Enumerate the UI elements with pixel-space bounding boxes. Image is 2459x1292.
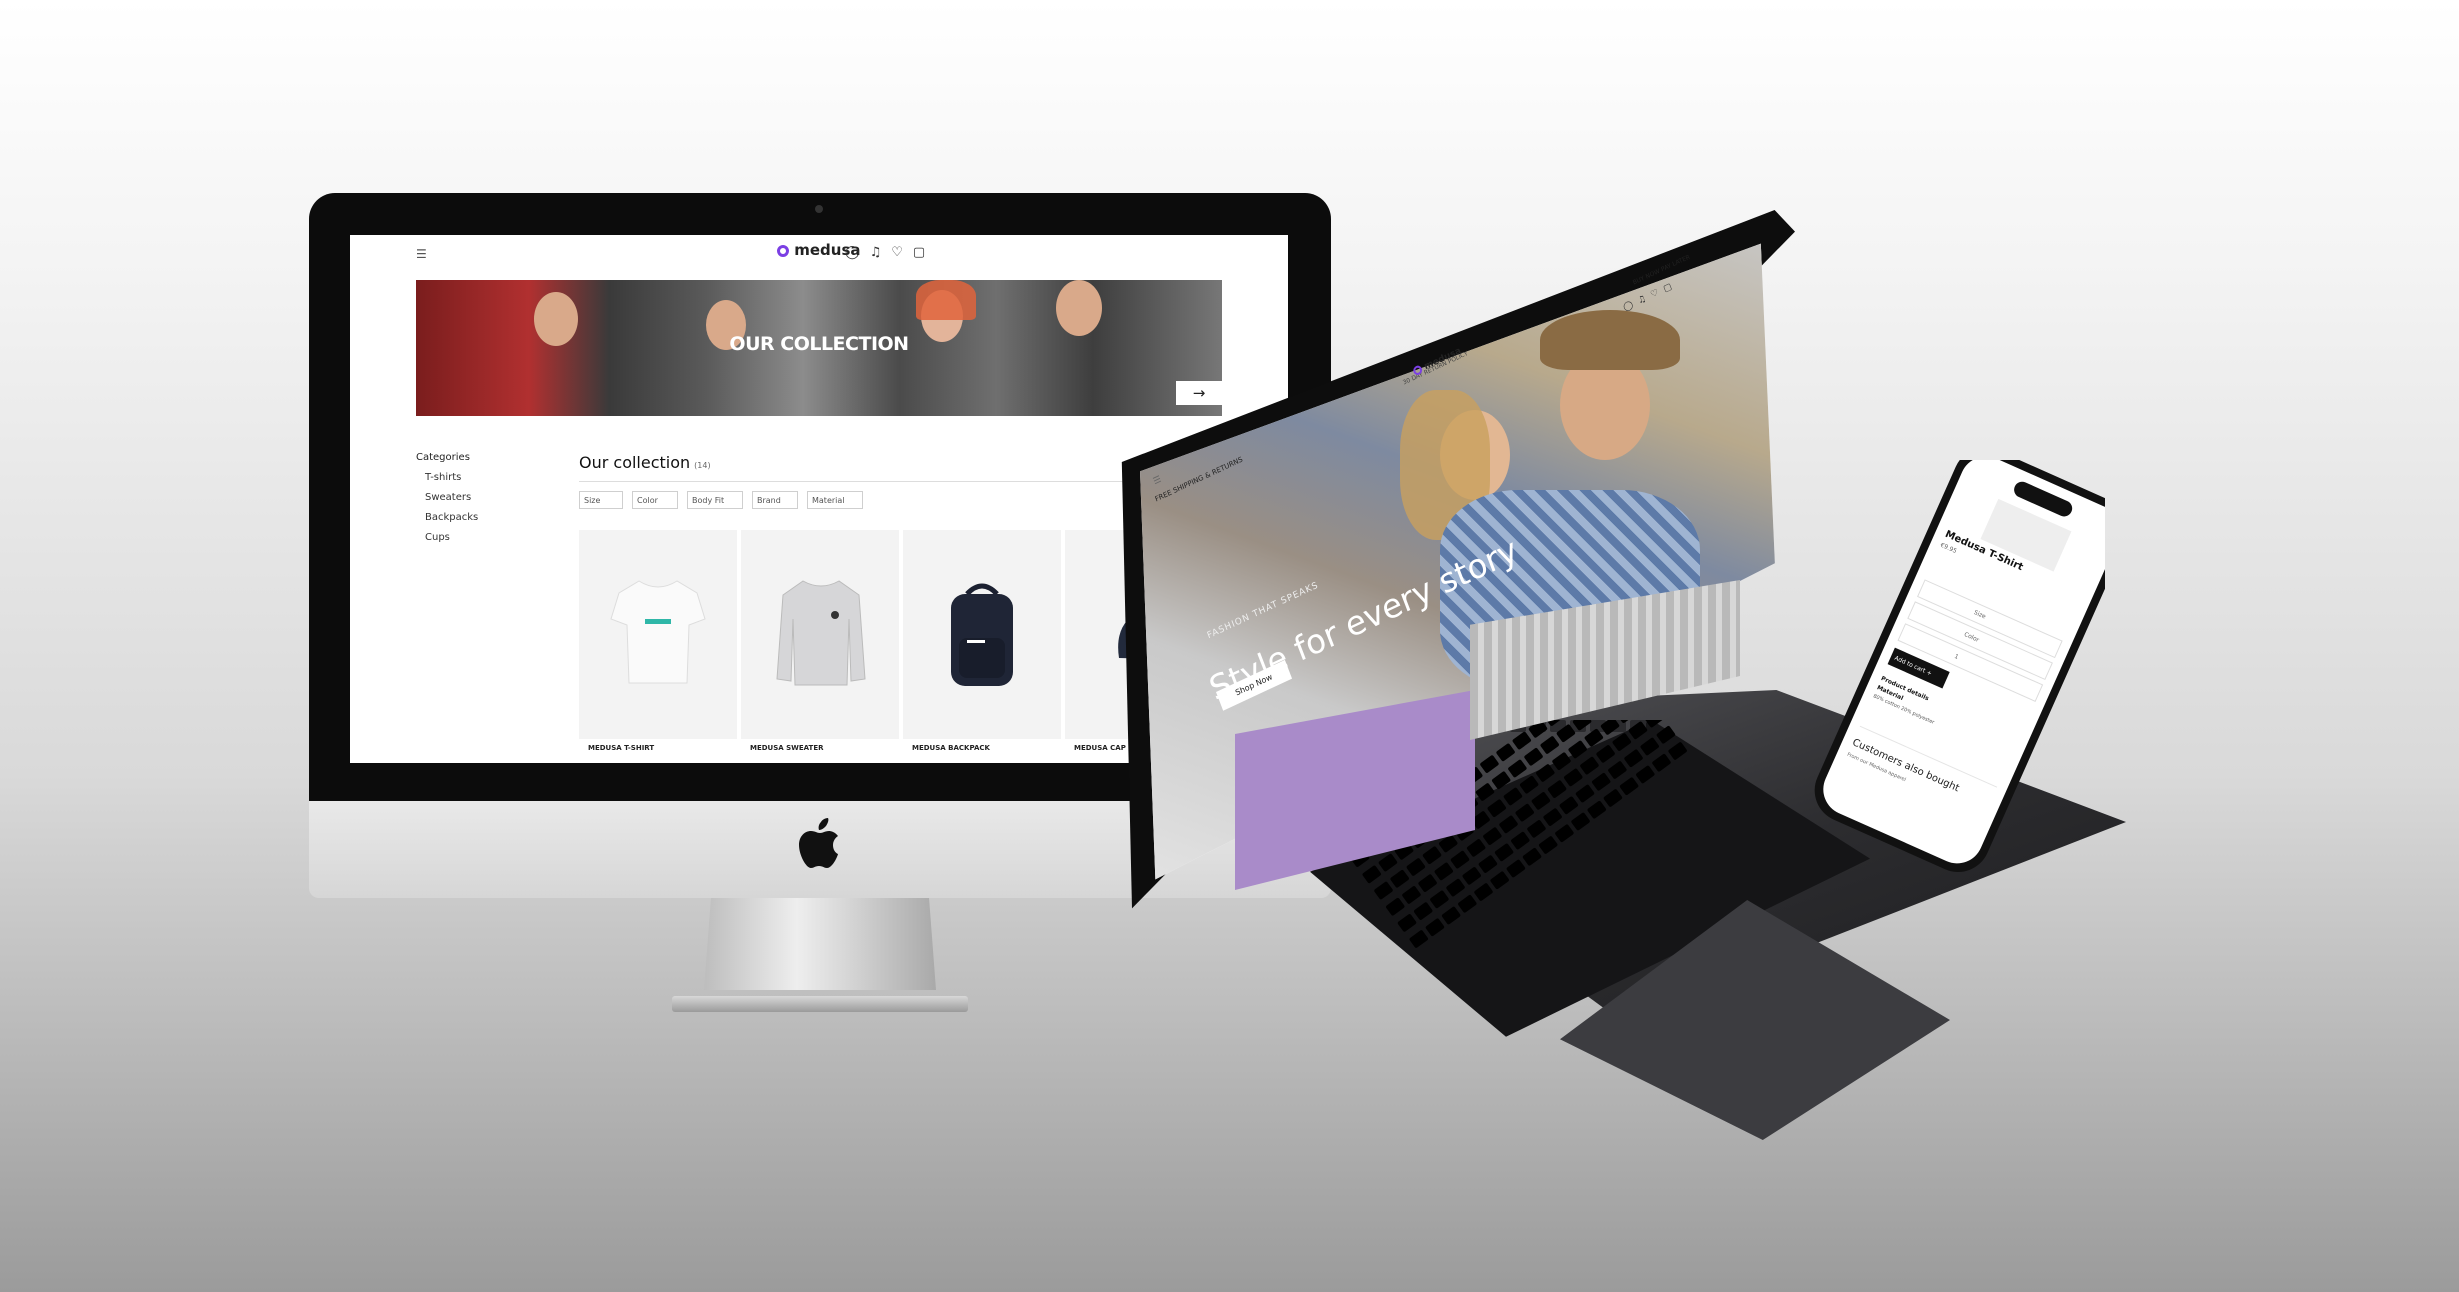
categories-heading: Categories	[416, 452, 470, 463]
apple-logo-icon	[799, 818, 838, 868]
header-icons: ◯♫♡▢	[845, 245, 935, 260]
phone-frame	[1814, 460, 2105, 872]
user-icon[interactable]: ◯	[845, 245, 870, 260]
collection-count: (14)	[694, 461, 711, 470]
product-name: MEDUSA CAP	[1074, 744, 1126, 752]
category-item[interactable]: Backpacks	[425, 512, 478, 523]
bag-icon[interactable]: ▢	[913, 245, 935, 260]
collection-title-text: Our collection	[579, 453, 691, 472]
medusa-logo-icon	[777, 244, 789, 257]
banner-title: OUR COLLECTION	[729, 333, 909, 355]
product-card[interactable]: MEDUSA BACKPACK	[903, 530, 1061, 752]
sweater-image	[776, 580, 866, 686]
collection-title: Our collection (14)	[579, 453, 711, 472]
category-item[interactable]: T-shirts	[425, 472, 478, 483]
category-item[interactable]: Cups	[425, 532, 478, 543]
tshirt-image	[610, 580, 706, 684]
product-name: MEDUSA BACKPACK	[912, 744, 990, 752]
divider	[579, 481, 1139, 482]
product-card[interactable]: MEDUSA SWEATER	[741, 530, 899, 752]
heart-icon[interactable]: ♡	[891, 245, 913, 260]
bell-icon[interactable]: ♫	[870, 245, 892, 260]
filter-brand[interactable]: Brand	[752, 491, 798, 509]
hamburger-icon[interactable]: ☰	[416, 247, 427, 261]
imac-foot	[672, 996, 968, 1012]
product-name: MEDUSA T-SHIRT	[588, 744, 655, 752]
filter-bar: Size Color Body Fit Brand Material	[579, 491, 863, 509]
product-card[interactable]: MEDUSA T-SHIRT	[579, 530, 737, 752]
filter-body-fit[interactable]: Body Fit	[687, 491, 743, 509]
backpack-image	[951, 583, 1013, 686]
filter-material[interactable]: Material	[807, 491, 863, 509]
category-item[interactable]: Sweaters	[425, 492, 478, 503]
category-sidebar: Categories T-shirts Sweaters Backpacks C…	[416, 452, 478, 543]
imac-stand	[704, 898, 936, 990]
banner-arrow-button[interactable]: →	[1176, 381, 1222, 405]
filter-size[interactable]: Size	[579, 491, 623, 509]
imac-camera	[815, 205, 823, 213]
filter-color[interactable]: Color	[632, 491, 678, 509]
product-name: MEDUSA SWEATER	[750, 744, 824, 752]
